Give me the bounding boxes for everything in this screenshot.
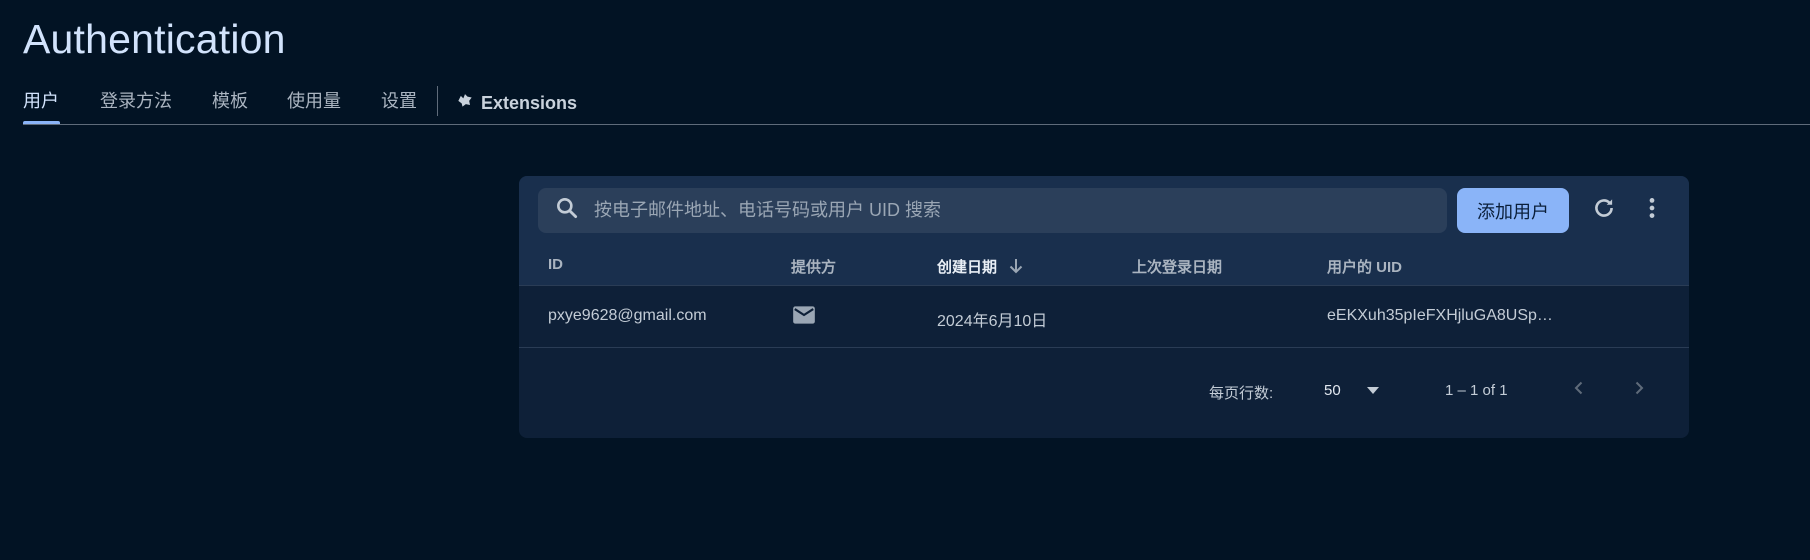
tab-extensions[interactable]: Extensions <box>455 90 577 115</box>
tab-templates[interactable]: 模板 <box>212 90 248 112</box>
column-header-uid[interactable]: 用户的 UID <box>1327 256 1402 277</box>
email-icon <box>791 302 817 328</box>
tab-users[interactable]: 用户 <box>23 90 59 112</box>
chevron-down-icon <box>1366 382 1379 399</box>
active-tab-indicator <box>23 121 60 124</box>
column-header-created[interactable]: 创建日期 <box>937 256 1023 278</box>
tab-usage[interactable]: 使用量 <box>287 90 341 112</box>
search-icon <box>554 195 580 226</box>
tab-divider <box>437 86 438 116</box>
more-vert-icon <box>1639 195 1665 226</box>
column-header-created-label: 创建日期 <box>937 259 998 276</box>
user-id-cell: pxye9628@gmail.com <box>548 307 707 324</box>
refresh-button[interactable] <box>1588 194 1620 226</box>
chevron-left-icon <box>1571 380 1587 401</box>
tab-settings[interactable]: 设置 <box>381 90 417 112</box>
created-date-cell: 2024年6月10日 <box>937 313 1048 330</box>
add-user-button[interactable]: 添加用户 <box>1457 188 1569 233</box>
rows-per-page-select[interactable]: 50 <box>1324 374 1379 399</box>
tab-sign-in-methods[interactable]: 登录方法 <box>100 90 172 112</box>
extensions-icon <box>455 90 475 115</box>
sort-descending-icon <box>1009 258 1023 278</box>
search-box[interactable] <box>538 188 1447 233</box>
search-input[interactable] <box>592 199 1436 222</box>
pagination-range: 1 – 1 of 1 <box>1445 382 1508 399</box>
more-options-button[interactable] <box>1636 194 1668 226</box>
refresh-icon <box>1591 195 1617 226</box>
column-header-last-sign-in[interactable]: 上次登录日期 <box>1132 256 1222 277</box>
column-header-id[interactable]: ID <box>548 256 563 273</box>
tab-bar: 用户 登录方法 模板 使用量 设置 Extensions <box>23 84 1810 125</box>
chevron-right-icon <box>1631 380 1647 401</box>
next-page-button[interactable] <box>1623 374 1655 406</box>
authentication-page: Authentication 用户 登录方法 模板 使用量 设置 Extensi… <box>0 0 1810 560</box>
users-table-card: 添加用户 ID 提供方 创建日期 上次登录日期 用户的 UID pxye9628… <box>519 176 1689 438</box>
user-uid-cell: eEKXuh35pIeFXHjluGA8USpY... <box>1327 307 1557 324</box>
previous-page-button[interactable] <box>1563 374 1595 406</box>
table-row[interactable]: pxye9628@gmail.com 2024年6月10日 eEKXuh35pI… <box>519 286 1689 348</box>
page-title: Authentication <box>23 16 286 62</box>
rows-per-page-value: 50 <box>1324 382 1341 399</box>
tab-extensions-label: Extensions <box>481 92 578 113</box>
rows-per-page-label: 每页行数: <box>1209 385 1274 402</box>
column-header-provider[interactable]: 提供方 <box>791 256 836 277</box>
